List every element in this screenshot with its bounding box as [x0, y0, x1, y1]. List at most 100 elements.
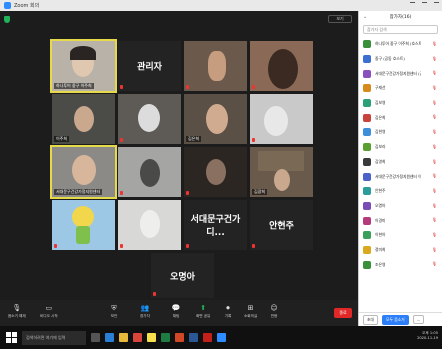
security-label: 보안 [110, 314, 118, 318]
muted-mic-icon[interactable]: 🎙 [432, 203, 437, 208]
invite-button[interactable]: 초대 [363, 314, 378, 325]
share-screen-button[interactable]: ⬆ 화면 공유 [196, 304, 210, 319]
zoom-icon[interactable] [217, 333, 226, 342]
edge-icon[interactable] [105, 333, 114, 342]
muted-mic-icon[interactable]: 🎙 [432, 114, 437, 119]
muted-mic-icon[interactable]: 🎙 [432, 70, 437, 75]
video-tile[interactable]: 김은희 [184, 94, 247, 144]
video-tile[interactable]: 서대문구건가디... [184, 200, 247, 250]
participant-search-input[interactable]: 참가자 검색 [363, 25, 438, 34]
participant-row[interactable]: 이현아 🎙 [359, 228, 442, 243]
participant-row[interactable]: 오명아 🎙 [359, 199, 442, 214]
video-tile[interactable] [52, 200, 115, 250]
muted-mic-icon[interactable]: 🎙 [432, 129, 437, 134]
word-icon[interactable] [189, 333, 198, 342]
video-tile[interactable] [184, 147, 247, 197]
minimize-icon[interactable] [410, 2, 415, 7]
muted-mic-icon[interactable]: 🎙 [432, 56, 437, 61]
avatar [363, 231, 371, 240]
participants-button[interactable]: 👥 참가자 [140, 304, 150, 319]
participant-video [264, 106, 288, 136]
view-button[interactable]: 보기 [328, 15, 352, 23]
end-meeting-button[interactable]: 종료 [334, 308, 352, 318]
tile-big-name: 안현주 [269, 221, 294, 232]
participant-row[interactable]: 중구 (공동 호스트) 🎙 [359, 52, 442, 67]
avatar [363, 216, 371, 225]
muted-mic-icon[interactable]: 🎙 [432, 41, 437, 46]
video-tile[interactable] [118, 147, 181, 197]
reactions-button[interactable]: ☺ 반응 [270, 304, 278, 319]
participant-row[interactable]: 이경미 🎙 [359, 213, 442, 228]
video-tile[interactable] [118, 200, 181, 250]
shield-icon: ⛨ [111, 303, 117, 312]
participant-video [208, 51, 226, 81]
participant-row[interactable]: 김보라 🎙 [359, 140, 442, 155]
video-tile[interactable]: 서대문구건강가정지원센터 [50, 145, 117, 199]
participant-row[interactable]: 정미희 🎙 [359, 243, 442, 258]
video-tile[interactable]: 이주희 [52, 94, 115, 144]
chrome-icon[interactable] [133, 333, 142, 342]
tile-big-name: 서대문구건가디... [190, 215, 241, 238]
windows-start-icon[interactable] [4, 331, 18, 345]
excel-icon[interactable] [161, 333, 170, 342]
participant-row[interactable]: 김현영 🎙 [359, 125, 442, 140]
participant-row[interactable]: 구재선 🎙 [359, 81, 442, 96]
video-tile[interactable] [184, 41, 247, 91]
muted-mic-icon[interactable]: 🎙 [432, 144, 437, 149]
participant-row[interactable]: 안현주 🎙 [359, 184, 442, 199]
kakaotalk-icon[interactable] [147, 333, 156, 342]
share-screen-label: 화면 공유 [196, 314, 211, 318]
maximize-icon[interactable] [422, 2, 427, 7]
security-button[interactable]: ⛨ 보안 [110, 304, 118, 319]
video-tile[interactable] [118, 94, 181, 144]
chat-button[interactable]: 💬 채팅 [172, 304, 181, 319]
muted-mic-icon[interactable]: 🎙 [432, 85, 437, 90]
muted-mic-icon[interactable]: 🎙 [432, 247, 437, 252]
muted-mic-icon[interactable]: 🎙 [432, 188, 437, 193]
avatar [363, 84, 371, 93]
task-view-icon[interactable] [91, 333, 100, 342]
participant-row[interactable]: 조은영 🎙 [359, 257, 442, 272]
close-icon[interactable] [434, 2, 439, 7]
participant-row[interactable]: 서대문구건강가정지원센터 이희경 🎙 [359, 169, 442, 184]
muted-mic-icon[interactable]: 🎙 [432, 159, 437, 164]
panel-footer: 초대 모두 음소거 ... [359, 312, 442, 326]
folder-icon[interactable] [119, 333, 128, 342]
unmute-button[interactable]: 🎙 음소거 해제 [8, 304, 26, 319]
participant-name: 중구 (공동 호스트) [375, 56, 405, 62]
muted-mic-icon[interactable]: 🎙 [432, 217, 437, 222]
muted-mic-icon[interactable]: 🎙 [432, 100, 437, 105]
participant-row[interactable]: 김영희 🎙 [359, 155, 442, 170]
participant-row[interactable]: 서대문구건강가정지원센터 (공동 호스트) 🎙 [359, 66, 442, 81]
breakout-rooms-label: 소회의실 [244, 314, 258, 318]
start-video-button[interactable]: ▭ 비디오 시작 [40, 304, 58, 319]
participant-row[interactable]: 김은희 🎙 [359, 110, 442, 125]
video-tile[interactable]: 안현주 [250, 200, 313, 250]
participant-row[interactable]: 김보영 🎙 [359, 96, 442, 111]
shield-icon[interactable] [4, 16, 10, 23]
video-tile[interactable]: 오명아 [151, 253, 214, 298]
video-tile[interactable] [250, 41, 313, 91]
video-tile[interactable] [250, 94, 313, 144]
avatar [363, 187, 371, 196]
record-button[interactable]: ⏺ 기록 [224, 304, 232, 319]
video-tile[interactable]: 김광희 [250, 147, 313, 197]
taskbar-search-input[interactable]: 검색하려면 여기에 입력 [22, 330, 86, 345]
chevron-down-icon[interactable]: ⌄ [363, 14, 367, 20]
muted-mic-icon[interactable]: 🎙 [432, 173, 437, 178]
participants-label: 참가자 [140, 314, 150, 318]
powerpoint-icon[interactable] [175, 333, 184, 342]
video-tile[interactable]: 관리자 [118, 41, 181, 91]
participant-video [140, 159, 160, 187]
avatar [363, 157, 371, 166]
muted-mic-icon[interactable]: 🎙 [432, 232, 437, 237]
acrobat-icon[interactable] [203, 333, 212, 342]
avatar [363, 99, 371, 108]
more-button[interactable]: ... [412, 315, 425, 324]
video-tile[interactable]: 하나투어 중구 이주희 [50, 39, 117, 93]
muted-mic-icon[interactable]: 🎙 [432, 261, 437, 266]
system-clock[interactable]: 오후 1:05 2020-11-19 [417, 331, 438, 341]
mute-all-button[interactable]: 모두 음소거 [382, 314, 409, 325]
breakout-rooms-button[interactable]: ⊞ 소회의실 [244, 304, 257, 319]
participant-row[interactable]: 하나투어 중구 이주희 (호스트, 나) 🎙 [359, 37, 442, 52]
